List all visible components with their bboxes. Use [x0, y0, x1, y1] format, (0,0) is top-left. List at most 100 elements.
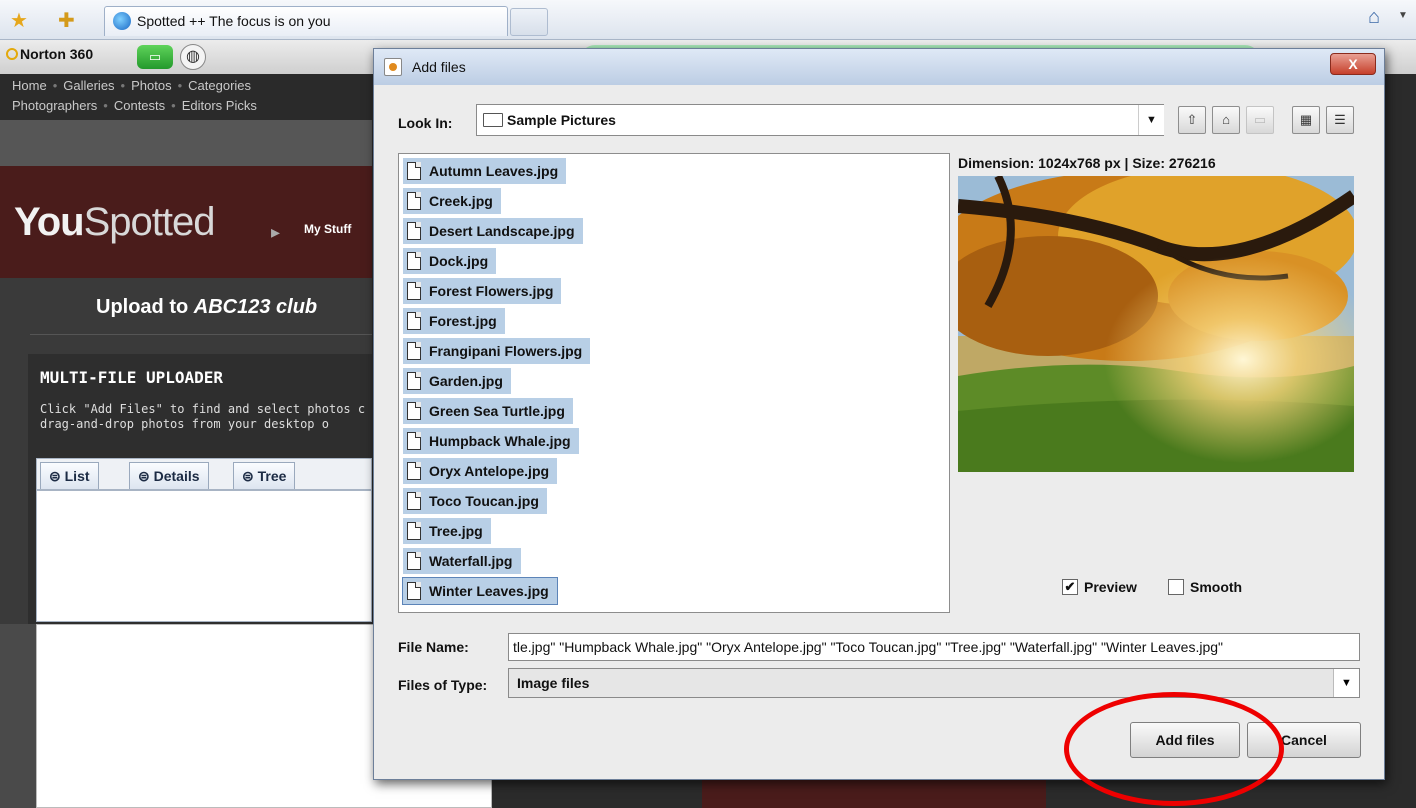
uploader-file-list[interactable] [36, 490, 372, 622]
list-view-icon[interactable]: ▦ [1292, 106, 1320, 134]
autumn-tree-picture [958, 176, 1354, 472]
details-view-icon[interactable]: ☰ [1326, 106, 1354, 134]
home-folder-icon[interactable]: ⌂ [1212, 106, 1240, 134]
uploader-tabs: ⊜ List ⊜ Details ⊜ Tree [36, 458, 372, 490]
up-folder-icon[interactable]: ⇧ [1178, 106, 1206, 134]
look-in-value: Sample Pictures [507, 112, 616, 128]
files-of-type-value: Image files [517, 675, 590, 691]
nav-link[interactable]: Editors Picks [182, 98, 257, 113]
image-dimension-info: Dimension: 1024x768 px | Size: 276216 [958, 155, 1216, 171]
upload-title-prefix: Upload to [96, 296, 194, 318]
file-name: Waterfall.jpg [429, 553, 513, 569]
upload-title: Upload to ABC123 club [96, 296, 317, 319]
globe-icon[interactable]: ◍ [180, 44, 206, 70]
file-icon [407, 222, 421, 240]
tab-details[interactable]: ⊜ Details [129, 462, 209, 489]
file-item[interactable]: Forest Flowers.jpg [403, 278, 562, 304]
nav-link[interactable]: Home [12, 78, 47, 93]
file-name-input[interactable]: tle.jpg" "Humpback Whale.jpg" "Oryx Ante… [508, 633, 1360, 661]
preview-checkbox[interactable]: ✔ Preview [1062, 579, 1137, 595]
chevron-down-icon[interactable]: ▼ [1398, 10, 1408, 21]
file-item[interactable]: Desert Landscape.jpg [403, 218, 583, 244]
norton-status-icon [6, 48, 18, 60]
details-icon: ⊜ [138, 468, 150, 484]
file-name: Green Sea Turtle.jpg [429, 403, 565, 419]
nav-link[interactable]: Photographers [12, 98, 97, 113]
smooth-checkbox[interactable]: Smooth [1168, 579, 1242, 595]
file-item[interactable]: Green Sea Turtle.jpg [403, 398, 573, 424]
file-item[interactable]: Tree.jpg [403, 518, 491, 544]
dialog-title: Add files [412, 59, 466, 75]
nav-link[interactable]: Contests [114, 98, 165, 113]
favorites-star-icon[interactable]: ★ [10, 8, 28, 33]
file-name: Humpback Whale.jpg [429, 433, 571, 449]
preview-label: Preview [1084, 579, 1137, 595]
file-icon [407, 462, 421, 480]
my-stuff-link[interactable]: My Stuff [304, 222, 351, 236]
tab-title: Spotted ++ The focus is on you [137, 13, 331, 29]
chevron-down-icon[interactable]: ▼ [1333, 669, 1359, 697]
site-logo[interactable]: YouSpotted [14, 200, 215, 245]
file-icon [407, 162, 421, 180]
file-item[interactable]: Humpback Whale.jpg [403, 428, 579, 454]
close-button[interactable]: X [1330, 53, 1376, 75]
page-margin [0, 624, 36, 808]
file-item[interactable]: Dock.jpg [403, 248, 497, 274]
tab-details-label: Details [153, 468, 200, 484]
tab-list[interactable]: ⊜ List [40, 462, 99, 489]
file-item[interactable]: Winter Leaves.jpg [402, 577, 558, 605]
divider [30, 334, 372, 335]
file-item[interactable]: Frangipani Flowers.jpg [403, 338, 591, 364]
file-name: Creek.jpg [429, 193, 493, 209]
chevron-right-icon: ▸ [271, 222, 281, 242]
nav-link[interactable]: Galleries [63, 78, 114, 93]
norton-label: Norton 360 [20, 46, 94, 62]
logo-bold-text: You [14, 200, 85, 244]
folder-icon [483, 113, 503, 127]
file-icon [407, 282, 421, 300]
file-item[interactable]: Waterfall.jpg [403, 548, 521, 574]
file-name: Autumn Leaves.jpg [429, 163, 559, 179]
file-icon [407, 372, 421, 390]
file-item[interactable]: Autumn Leaves.jpg [403, 158, 567, 184]
file-icon [407, 582, 421, 600]
nav-row-2: Photographers • Contests • Editors Picks [12, 96, 360, 116]
file-icon [407, 402, 421, 420]
smooth-label: Smooth [1190, 579, 1243, 595]
nav-link[interactable]: Photos [131, 78, 171, 93]
checkbox-checked-icon: ✔ [1062, 579, 1078, 595]
list-icon: ⊜ [49, 468, 61, 484]
site-nav: Home • Galleries • Photos • Categories Photogr… [0, 74, 372, 120]
nav-link[interactable]: Categories [188, 78, 251, 93]
norton-pc-icon[interactable]: ▭ [137, 45, 173, 69]
file-item[interactable]: Oryx Antelope.jpg [403, 458, 558, 484]
dialog-titlebar[interactable]: Add files X [374, 49, 1384, 85]
new-tab-button[interactable] [510, 8, 548, 36]
nav-separator: • [171, 98, 176, 113]
home-icon[interactable]: ⌂ [1368, 6, 1380, 29]
file-name: Toco Toucan.jpg [429, 493, 539, 509]
file-name: Forest.jpg [429, 313, 497, 329]
add-files-dialog: Add files X Look In: Sample Pictures ▼ ⇧… [373, 48, 1385, 780]
new-folder-icon[interactable]: ▭ [1246, 106, 1274, 134]
norton-logo[interactable]: Norton 360 [6, 46, 93, 62]
file-item[interactable]: Toco Toucan.jpg [403, 488, 547, 514]
look-in-select[interactable]: Sample Pictures [476, 104, 1164, 136]
tab-tree[interactable]: ⊜ Tree [233, 462, 296, 489]
add-favorite-icon[interactable]: ✚ [58, 8, 75, 33]
chevron-down-icon[interactable]: ▼ [1138, 105, 1164, 135]
file-list[interactable]: Autumn Leaves.jpg Creek.jpg Desert Landsca… [398, 153, 950, 613]
file-name: Garden.jpg [429, 373, 503, 389]
file-item[interactable]: Creek.jpg [403, 188, 501, 214]
files-of-type-select[interactable]: Image files ▼ [508, 668, 1360, 698]
file-item[interactable]: Garden.jpg [403, 368, 511, 394]
file-icon [407, 432, 421, 450]
file-name: Desert Landscape.jpg [429, 223, 575, 239]
browser-tab[interactable]: Spotted ++ The focus is on you [104, 6, 508, 36]
file-name: Dock.jpg [429, 253, 489, 269]
tree-icon: ⊜ [242, 468, 254, 484]
file-name-label: File Name: [398, 639, 469, 655]
file-item[interactable]: Forest.jpg [403, 308, 505, 334]
checkbox-unchecked-icon [1168, 579, 1184, 595]
tab-list-label: List [64, 468, 90, 484]
